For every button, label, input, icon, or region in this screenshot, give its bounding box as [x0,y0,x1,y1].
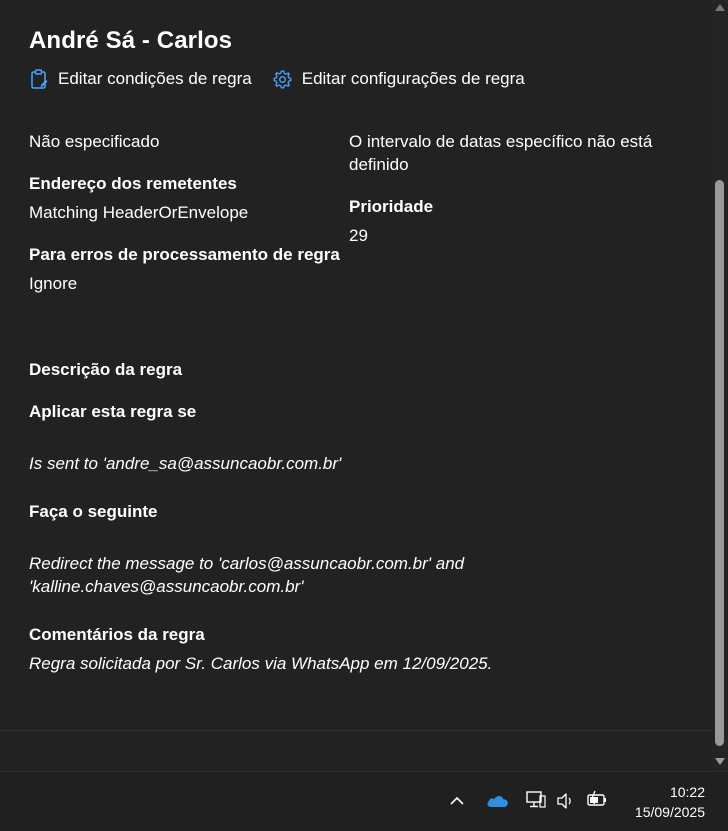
priority-label: Prioridade [349,197,434,216]
volume-icon[interactable] [556,792,576,810]
scroll-thumb[interactable] [715,180,724,746]
rule-description-heading: Descrição da regra [29,360,183,379]
rule-condition-text: Is sent to 'andre_sa@assuncaobr.com.br' [29,454,342,473]
apply-rule-if-label: Aplicar esta regra se [29,402,197,421]
scroll-up-arrow-icon[interactable] [715,4,725,11]
clipboard-edit-icon [31,69,48,89]
onedrive-cloud-icon[interactable] [486,793,509,808]
taskbar-clock[interactable]: 10:22 15/09/2025 [635,782,705,822]
chevron-up-icon[interactable] [449,794,465,806]
date-range-text-line1: O intervalo de datas específico não está [349,132,653,151]
edit-conditions-label: Editar condições de regra [58,69,252,88]
footer-divider [0,730,712,731]
network-icon[interactable] [525,790,547,810]
rule-action-line1: Redirect the message to 'carlos@assuncao… [29,554,465,573]
vertical-scrollbar[interactable] [712,0,728,771]
rule-toolbar: Editar condições de regra Editar configu… [29,68,545,90]
do-following-label: Faça o seguinte [29,502,158,521]
priority-value: 29 [349,226,368,245]
edit-conditions-button[interactable]: Editar condições de regra [29,68,252,90]
clock-time: 10:22 [669,784,705,800]
rule-action-line2: 'kalline.chaves@assuncaobr.com.br' [29,577,304,596]
rule-title: André Sá - Carlos [29,27,233,54]
rule-comments-value: Regra solicitada por Sr. Carlos via What… [29,654,493,673]
edit-settings-label: Editar configurações de regra [301,69,525,88]
battery-icon[interactable] [586,790,608,810]
scroll-down-arrow-icon[interactable] [715,758,725,765]
clock-date: 15/09/2025 [634,804,705,820]
unspecified-text: Não especificado [29,132,160,151]
gear-icon [273,70,292,88]
date-range-text-line2: definido [349,155,409,174]
sender-address-value: Matching HeaderOrEnvelope [29,203,249,222]
edit-settings-button[interactable]: Editar configurações de regra [272,69,525,90]
error-handling-value: Ignore [29,274,78,293]
error-handling-label: Para erros de processamento de regra [29,245,340,264]
sender-address-label: Endereço dos remetentes [29,174,237,193]
taskbar: 10:22 15/09/2025 [0,771,728,831]
rule-details-panel: André Sá - Carlos Editar condições de re… [0,0,712,730]
rule-comments-label: Comentários da regra [29,625,205,644]
